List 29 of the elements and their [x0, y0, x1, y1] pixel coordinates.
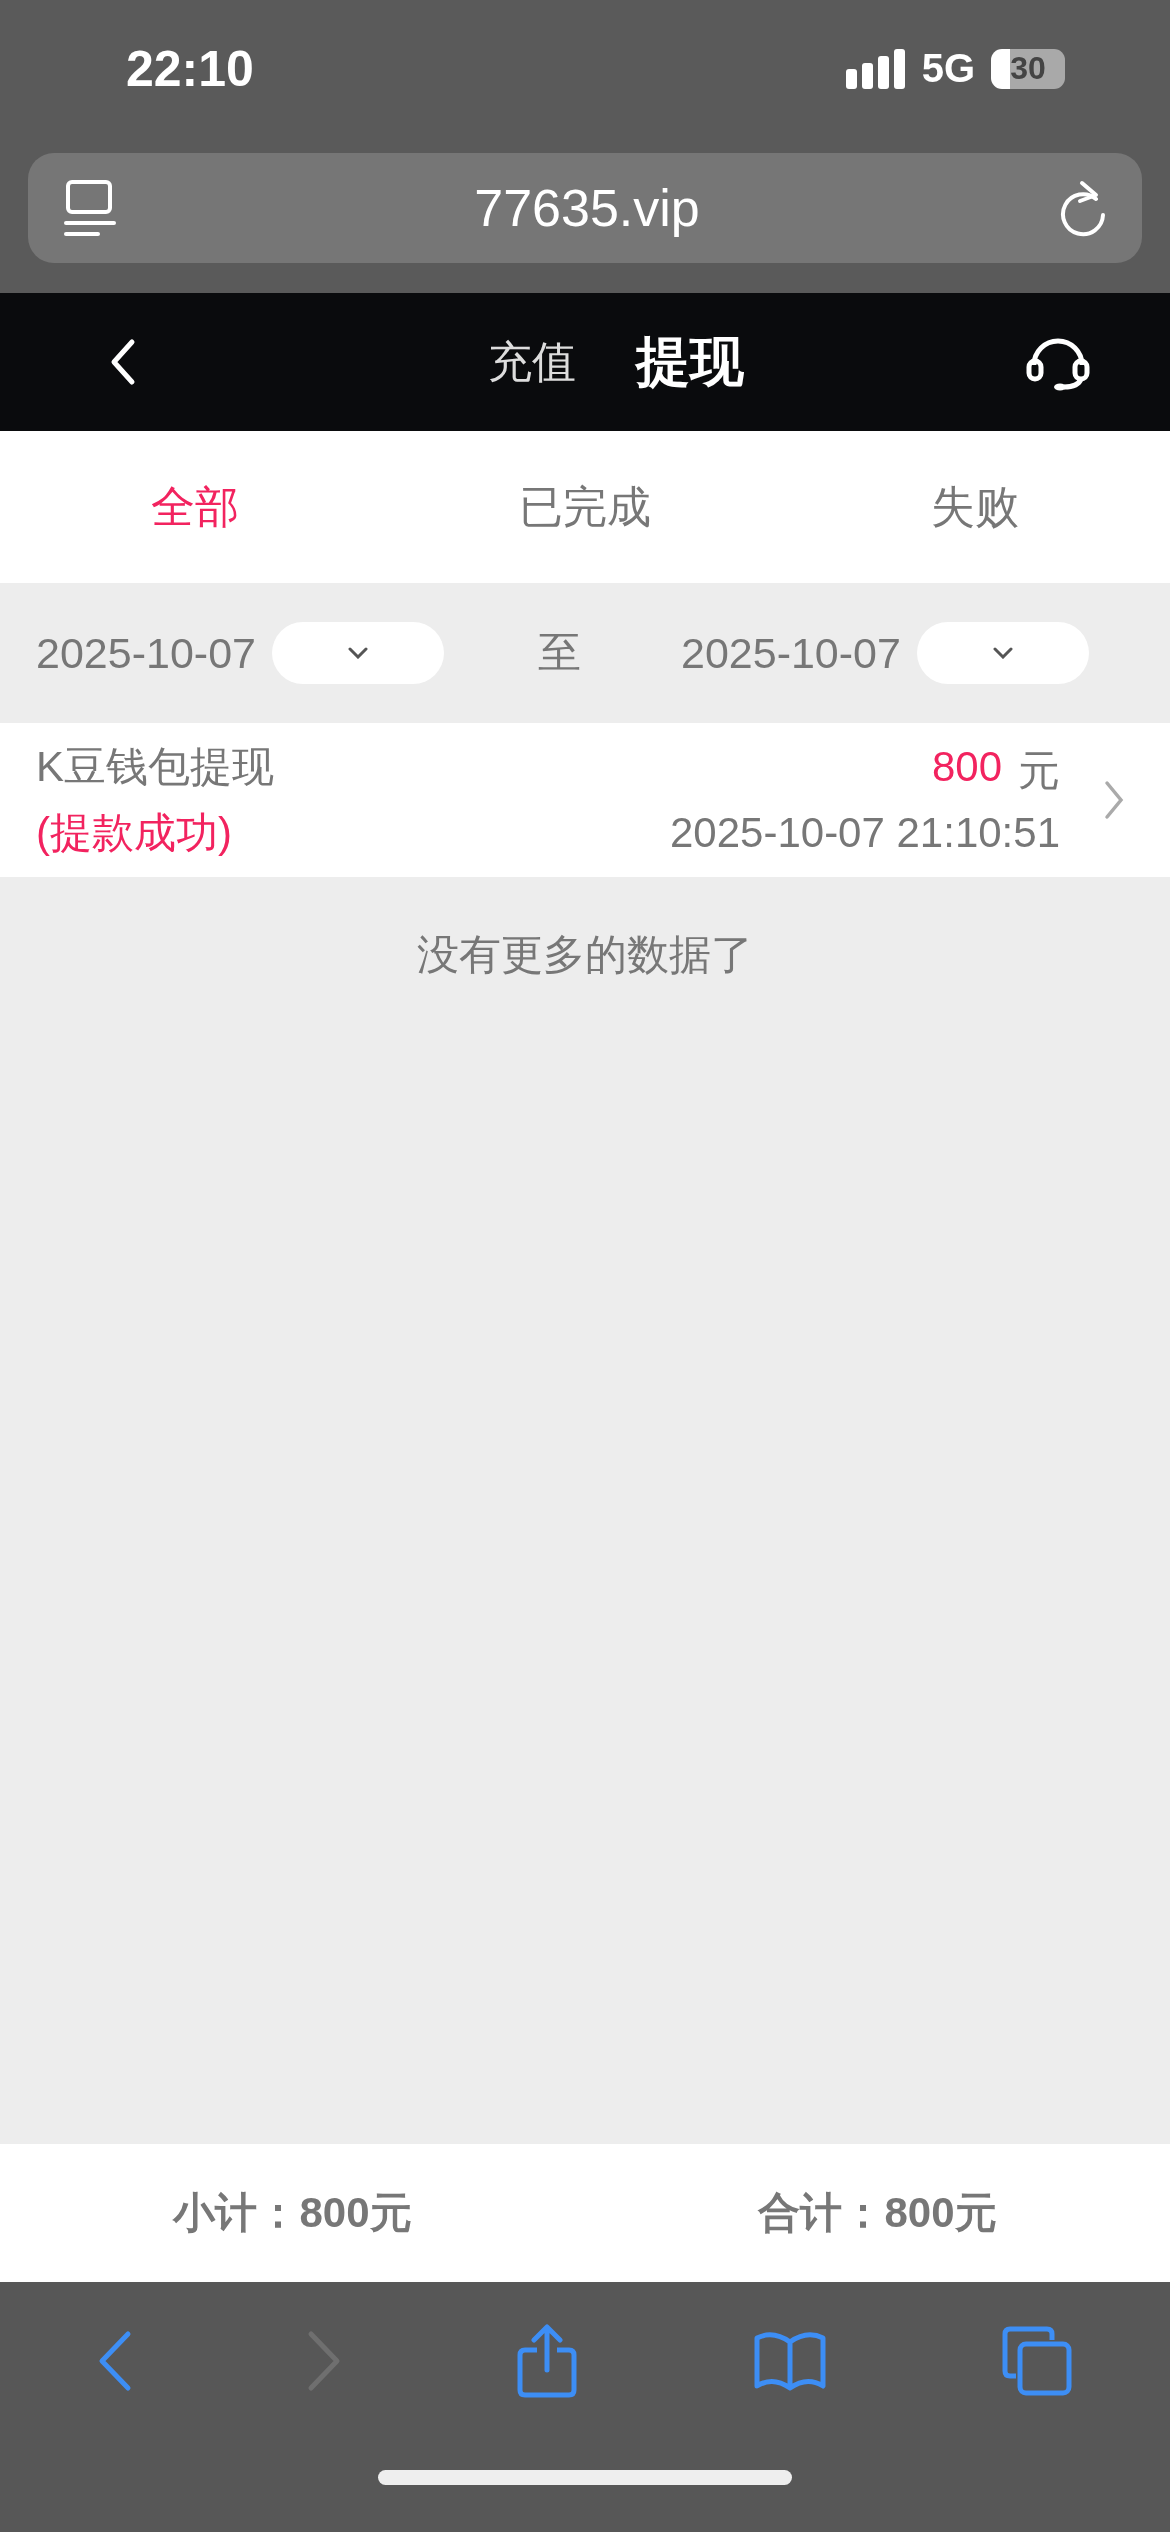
record-amount: 800 [931, 743, 1002, 792]
record-time: 2025-10-07 21:10:51 [670, 809, 1060, 857]
end-of-list-note: 没有更多的数据了 [417, 930, 753, 980]
battery-icon: 30 [991, 48, 1065, 89]
url-text: 77635.vip [474, 178, 700, 238]
chevron-down-icon [992, 647, 1013, 659]
start-date: 2025-10-07 [36, 628, 256, 678]
end-date: 2025-10-07 [680, 628, 901, 678]
total-label: 小计：800元 [173, 2188, 412, 2238]
total-label: 合计：800元 [758, 2188, 997, 2238]
signal-icon [845, 48, 906, 89]
filter-tab[interactable]: 失败 [825, 476, 1125, 538]
page-menu-icon[interactable] [64, 179, 116, 237]
address-bar[interactable]: 77635.vip [28, 153, 1142, 263]
record-status: (提款成功) [36, 808, 233, 858]
header-tab[interactable]: 充值 [488, 332, 576, 392]
status-time: 22:10 [126, 39, 254, 98]
record-row[interactable]: K豆钱包提现 (提款成功) 800 元 2025-10-07 21:10:51 [0, 723, 1170, 877]
header-tab[interactable]: 提现 [636, 325, 744, 399]
network-label: 5G [921, 46, 975, 91]
range-separator: 至 [537, 627, 581, 678]
filter-tab[interactable]: 已完成 [435, 476, 735, 538]
back-icon[interactable] [110, 338, 136, 386]
reload-icon[interactable] [1058, 179, 1108, 237]
chevron-right-icon [1104, 780, 1124, 820]
filter-tab[interactable]: 全部 [45, 476, 345, 538]
record-title: K豆钱包提现 [36, 742, 275, 792]
chevron-down-icon [347, 647, 368, 659]
amount-unit: 元 [1018, 746, 1060, 796]
